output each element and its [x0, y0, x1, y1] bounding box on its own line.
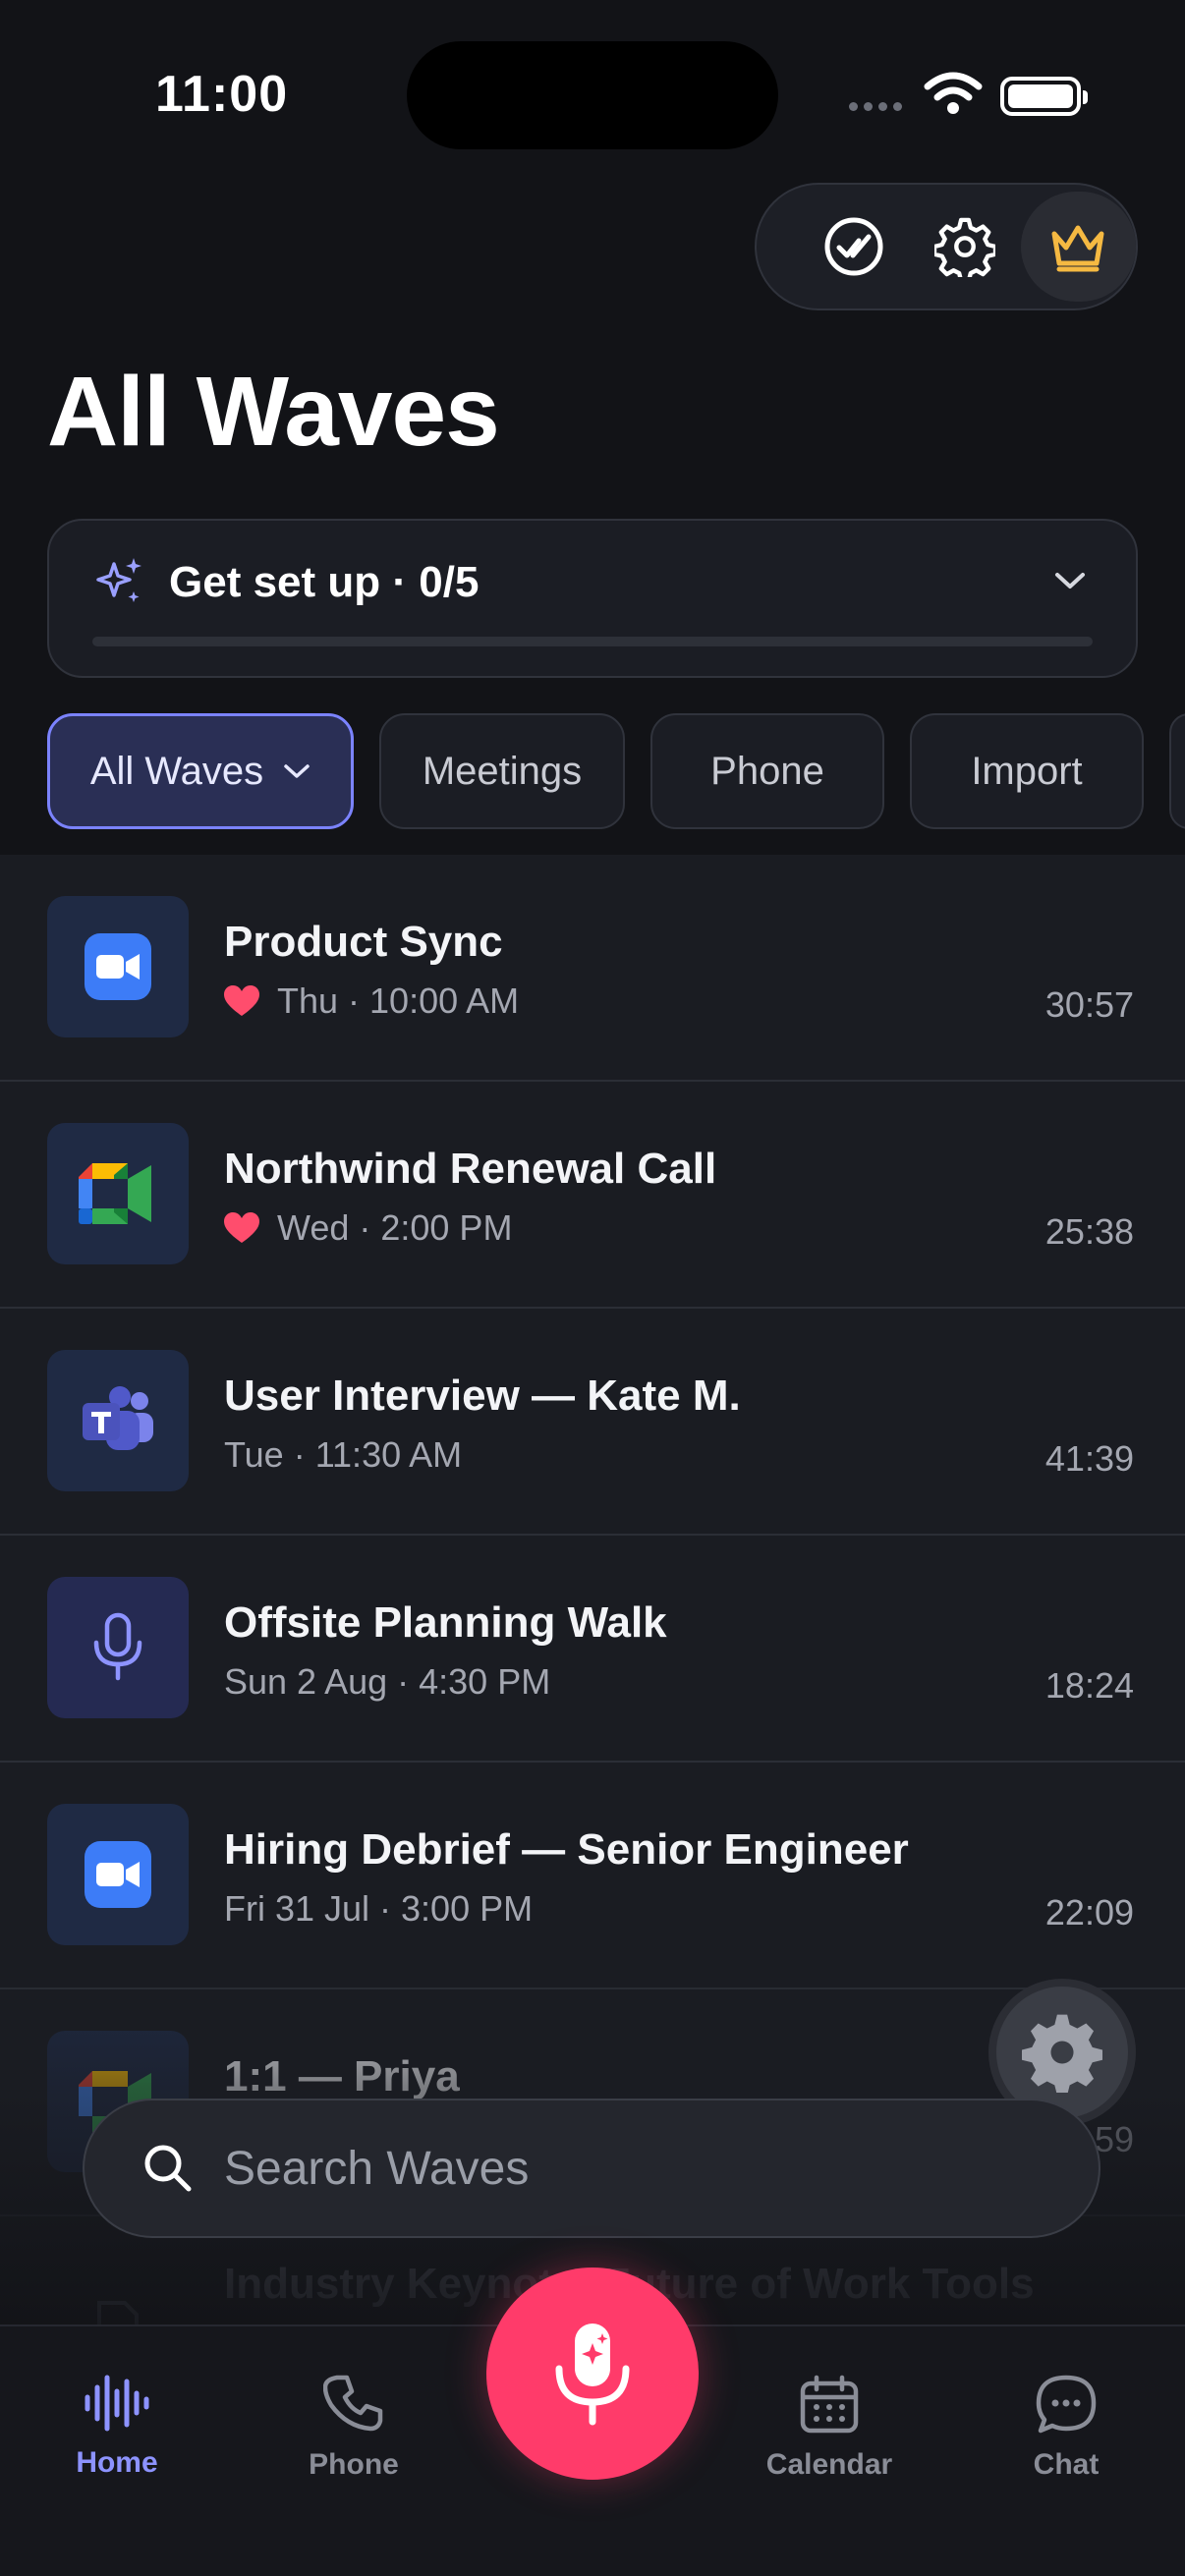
cellular-signal-icon [849, 102, 902, 111]
tab-phone[interactable]: Phone [255, 2374, 452, 2482]
zoom-icon [47, 896, 189, 1037]
wave-row[interactable]: Offsite Planning Walk Sun 2 Aug · 4:30 P… [0, 1536, 1185, 1763]
filter-import[interactable]: Import [910, 713, 1144, 829]
check-circle-icon [824, 217, 883, 276]
wave-row[interactable]: User Interview — Kate M. Tue · 11:30 AM … [0, 1309, 1185, 1536]
microphone-icon [47, 1577, 189, 1718]
wave-row[interactable]: Hiring Debrief — Senior Engineer Fri 31 … [0, 1763, 1185, 1989]
teams-icon [47, 1350, 189, 1491]
chat-bubble-icon [1036, 2375, 1097, 2434]
heart-icon [224, 985, 259, 1016]
battery-icon [1000, 77, 1088, 116]
status-time: 11:00 [155, 66, 289, 123]
tab-calendar[interactable]: Calendar [731, 2374, 928, 2482]
tab-label: Calendar [765, 2448, 893, 2481]
tab-label: Home [76, 2446, 158, 2479]
wave-title: Hiring Debrief — Senior Engineer [224, 1825, 909, 1874]
wave-title: Product Sync [224, 918, 503, 966]
search-bar[interactable]: Search Waves [83, 2099, 1100, 2238]
mark-all-done-button[interactable] [798, 188, 909, 306]
tab-label: Phone [309, 2448, 399, 2481]
chevron-down-icon [284, 764, 310, 778]
tab-chat[interactable]: Chat [968, 2374, 1164, 2482]
wifi-icon [924, 72, 983, 114]
waveform-icon [85, 2375, 149, 2432]
wave-title: 1:1 — Priya [224, 2052, 460, 2100]
top-actions [755, 183, 1138, 310]
wave-title: User Interview — Kate M. [224, 1372, 741, 1420]
wave-title: Northwind Renewal Call [224, 1145, 717, 1193]
gear-icon [934, 217, 996, 277]
wave-duration: 30:57 [1044, 984, 1134, 1025]
wave-time: Fri 31 Jul · 3:00 PM [224, 1888, 534, 1929]
filter-meetings[interactable]: Meetings [379, 713, 625, 829]
wave-time: Thu · 10:00 AM [277, 980, 520, 1021]
page-title: All Waves [47, 357, 500, 467]
gear-icon [1022, 2014, 1102, 2093]
wave-duration: 22:09 [1044, 1892, 1134, 1932]
crown-icon [1051, 225, 1104, 272]
wave-duration: 41:39 [1044, 1438, 1134, 1479]
filter-label: All Waves [89, 749, 264, 793]
filter-more[interactable] [1169, 713, 1185, 829]
sparkles-icon [96, 558, 141, 602]
filter-all-waves[interactable]: All Waves [47, 713, 354, 829]
search-icon [144, 2145, 192, 2192]
wave-time: Wed · 2:00 PM [277, 1207, 513, 1248]
wave-row[interactable]: Northwind Renewal Call Wed · 2:00 PM 25:… [0, 1082, 1185, 1309]
calendar-icon [800, 2375, 859, 2434]
wave-title: Offsite Planning Walk [224, 1598, 667, 1647]
dynamic-island [407, 41, 778, 149]
tab-home[interactable]: Home [19, 2374, 215, 2480]
filter-phone[interactable]: Phone [650, 713, 884, 829]
premium-button[interactable] [1020, 192, 1136, 302]
zoom-icon [47, 1804, 189, 1945]
settings-button[interactable] [909, 188, 1020, 306]
google-meet-icon [47, 1123, 189, 1264]
ai-microphone-icon [555, 2324, 630, 2426]
wave-duration: 59 [1094, 2119, 1134, 2159]
search-input[interactable]: Search Waves [224, 2142, 529, 2196]
record-button[interactable] [486, 2268, 699, 2480]
get-set-up-card[interactable]: Get set up · 0/5 [47, 519, 1138, 678]
heart-icon [224, 1212, 259, 1243]
wave-time: Tue · 11:30 AM [224, 1434, 463, 1475]
wave-row[interactable]: Product Sync Thu · 10:00 AM 30:57 [0, 855, 1185, 1082]
tab-label: Chat [1033, 2448, 1100, 2481]
filter-chips: All Waves Meetings Phone Import [47, 713, 1144, 829]
wave-time: Sun 2 Aug · 4:30 PM [224, 1661, 551, 1702]
setup-progress-bar [92, 637, 1093, 646]
wave-duration: 25:38 [1044, 1211, 1134, 1252]
setup-label: Get set up · 0/5 [169, 558, 480, 606]
wave-duration: 18:24 [1044, 1665, 1134, 1706]
document-icon [47, 2258, 189, 2328]
phone-icon [323, 2375, 383, 2432]
chevron-down-icon[interactable] [1053, 570, 1087, 591]
